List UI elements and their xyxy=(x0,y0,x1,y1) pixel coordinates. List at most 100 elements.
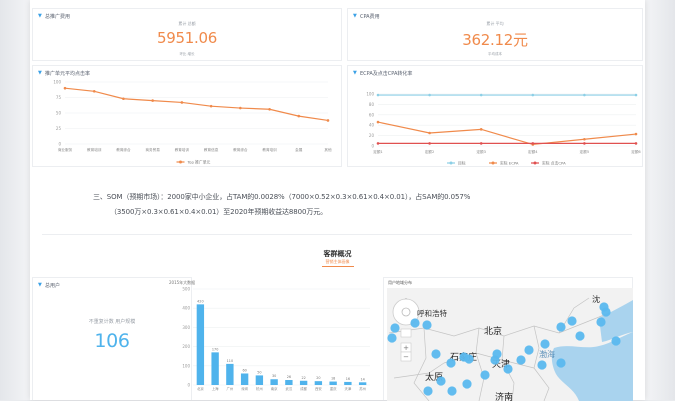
data-point xyxy=(209,104,213,108)
y-tick-label: 80 xyxy=(369,102,375,107)
legend-swatch-dot xyxy=(533,161,537,165)
data-point xyxy=(634,132,638,136)
data-point xyxy=(180,101,184,104)
section-divider xyxy=(42,234,632,235)
data-point xyxy=(428,131,431,135)
x-tick-label: 武汉 xyxy=(285,386,292,391)
y-tick-label: 100 xyxy=(53,80,61,85)
data-point xyxy=(583,142,586,145)
x-tick-label: 会展 xyxy=(295,147,303,152)
region-map[interactable]: ^ + − 呼和浩特 北京 石家庄 天津 渤海 太原 济南 沈 xyxy=(384,288,634,401)
data-point xyxy=(297,114,301,118)
data-point xyxy=(376,120,380,124)
data-point xyxy=(239,106,242,110)
kpi-footnote: 平均成本 xyxy=(488,52,502,56)
bar-value-label: 110 xyxy=(227,359,233,363)
map-bubble xyxy=(436,376,446,386)
bar xyxy=(358,382,367,385)
bar-value-label: 170 xyxy=(212,347,218,351)
x-tick-label: 定额5 xyxy=(580,149,589,154)
map-locate-button[interactable] xyxy=(400,328,412,338)
kpi-footnote: 环比 增长 xyxy=(179,52,195,56)
filter-icon: ▼ xyxy=(38,13,42,19)
map-bubble xyxy=(503,364,513,374)
x-tick-label: 商务贸易 xyxy=(145,147,160,152)
map-bubble xyxy=(596,317,606,327)
y-tick-label: 300 xyxy=(182,325,190,330)
map-bubble xyxy=(516,355,526,365)
section-title: 客群概况 xyxy=(323,250,352,258)
map-bubble xyxy=(459,352,469,362)
som-paragraph-line-1: 三、SOM（预期市场）：2000家中小企业，占TAM的0.0028%（7000×… xyxy=(93,193,471,201)
data-point xyxy=(479,93,483,97)
kpi-value: 5951.06 xyxy=(157,29,217,47)
y-tick-label: 25 xyxy=(56,126,62,131)
bar-value-label: 16 xyxy=(346,377,350,381)
legend-swatch-dot xyxy=(449,161,453,165)
map-bubble xyxy=(446,358,456,368)
kpi-card-total-cost: ▼ 总推广费用 累计 总额 5951.06 环比 增长 xyxy=(32,8,342,61)
map-title: 用户地域分布 xyxy=(388,280,412,285)
som-paragraph-line-2: （3500万×0.3×0.61×0.4×0.01）至2020年预期收益达8800… xyxy=(110,208,328,216)
data-point xyxy=(63,86,67,90)
bar-chart-cities: 500 400 300 200 100 0 420 北京 170 上海 110 广州 60 深圳 50 杭州 3… xyxy=(182,287,370,391)
x-tick-label: 北京 xyxy=(197,386,204,391)
map-bubble xyxy=(480,370,490,380)
y-tick-label: 200 xyxy=(182,344,190,349)
data-point xyxy=(376,142,380,145)
y-tick-label: 60 xyxy=(369,112,375,117)
map-bubble xyxy=(390,323,400,333)
bar xyxy=(255,375,264,385)
bar-value-label: 22 xyxy=(301,376,305,380)
bar xyxy=(240,373,249,385)
bar xyxy=(226,363,234,385)
data-point xyxy=(268,107,271,111)
x-tick-label: 深圳 xyxy=(241,386,248,391)
data-point xyxy=(583,93,586,97)
x-tick-label: 成都 xyxy=(300,386,307,391)
svg-text:+: + xyxy=(403,344,409,352)
kpi-title: CPA费用 xyxy=(360,14,380,20)
x-tick-label: 教育信息 xyxy=(204,147,219,152)
data-point xyxy=(122,97,125,101)
map-bubble xyxy=(410,318,420,328)
series-line xyxy=(64,87,329,122)
filter-icon: ▼ xyxy=(38,282,42,288)
bar-value-label: 20 xyxy=(316,376,320,380)
map-bubble xyxy=(423,386,433,396)
y-tick-label: 0 xyxy=(371,144,374,149)
map-bubble xyxy=(611,336,621,346)
y-tick-label: 100 xyxy=(182,363,190,368)
x-tick-label: 定额3 xyxy=(476,149,485,154)
kpi-subtitle: 累计 平均 xyxy=(486,21,504,26)
bar xyxy=(196,304,205,385)
data-point xyxy=(479,142,483,145)
map-bubble xyxy=(575,331,585,341)
map-card: 用户地域分布 ^ + − 呼和浩特 北京 天津 渤海 太原 济南 沈 xyxy=(383,277,634,401)
map-bubble xyxy=(462,379,472,389)
legend-label: 实际 点击CPA xyxy=(542,161,566,166)
y-tick-label: 400 xyxy=(182,306,190,311)
legend-label: Top 推广单元 xyxy=(187,160,211,165)
data-point xyxy=(428,142,431,145)
kpi-card-cpa: ▼ CPA费用 累计 平均 362.12元 平均成本 xyxy=(347,8,643,61)
kpi-subtitle: 累计 总额 xyxy=(178,21,196,26)
chart-card-ctr: ▼ 推广单元平均点击率 100 75 50 25 0 商业服务 教育培训 教育综合 商务贸易 教育培… xyxy=(32,65,342,167)
x-tick-label: 广州 xyxy=(226,386,233,391)
x-tick-label: 苏州 xyxy=(359,386,366,391)
y-tick-label: 75 xyxy=(56,95,62,100)
map-bubble xyxy=(387,333,397,343)
legend-label: 目标 xyxy=(458,161,466,166)
x-tick-label: 天津 xyxy=(344,386,351,391)
bar-value-label: 420 xyxy=(197,299,203,303)
x-tick-label: 重庆 xyxy=(330,386,337,391)
line-chart-ecpa: 100 80 60 40 20 0定额1 定额2 定额3 定额4 定额5 定额6 目标 实际 ECPA 实… xyxy=(366,92,641,166)
bar-chart-card: 2015年大数据 500 400 300 200 100 0 420 北京 170 上海 110 广州… xyxy=(165,277,377,400)
bar xyxy=(211,352,219,385)
map-bubble xyxy=(537,360,547,370)
kpi-title: 总推广费用 xyxy=(45,14,71,20)
x-tick-label: 南京 xyxy=(271,386,278,391)
map-bubble xyxy=(567,316,577,326)
map-bubble xyxy=(524,345,534,355)
x-tick-label: 教育综合 xyxy=(233,147,248,152)
